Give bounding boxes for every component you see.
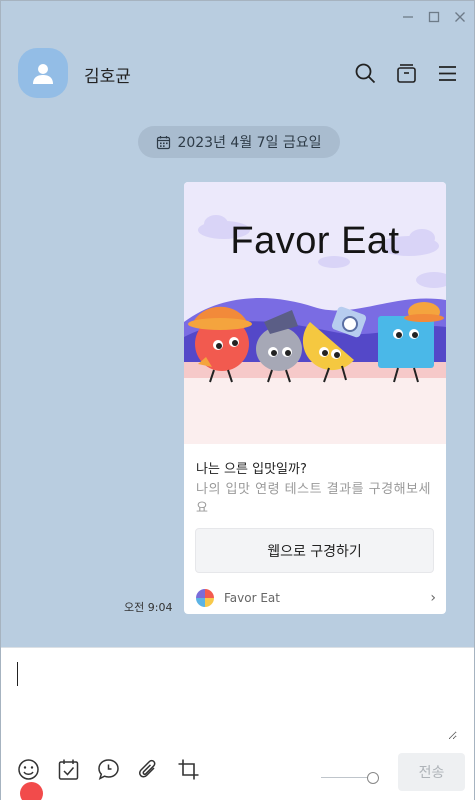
message-time: 오전 9:04	[124, 601, 173, 614]
date-divider: 2023년 4월 7일 금요일	[138, 126, 340, 158]
header-actions	[355, 63, 458, 84]
chat-header: 김호균	[1, 45, 474, 101]
slider-track	[321, 777, 373, 778]
card-banner-title: Favor Eat	[230, 220, 400, 262]
chat-title: 김호균	[84, 67, 131, 87]
speech-bubble-icon[interactable]	[97, 758, 120, 781]
message-input[interactable]	[17, 660, 457, 740]
view-on-web-button[interactable]: 웹으로 구경하기	[195, 528, 434, 573]
paperclip-icon[interactable]	[137, 758, 160, 781]
maximize-icon[interactable]	[428, 9, 440, 25]
font-size-slider[interactable]	[321, 770, 379, 786]
card-banner-image[interactable]: Favor Eat	[184, 182, 446, 444]
search-icon[interactable]	[355, 63, 376, 84]
notification-dot	[20, 782, 43, 800]
window-controls	[402, 9, 466, 25]
emoticon-icon[interactable]	[17, 758, 43, 800]
chat-window: 김호균 2023년 4월 7일 금요일 오전 9:04 Favor Eat 나는…	[0, 0, 475, 800]
avatar[interactable]	[18, 48, 68, 98]
card-footer[interactable]: Favor Eat ›	[184, 582, 446, 614]
calendar-check-icon[interactable]	[57, 758, 80, 781]
link-preview-card[interactable]: Favor Eat 나는 으른 입맛일까? 나의 입맛 연령 테스트 결과를 구…	[184, 182, 446, 614]
send-button[interactable]: 전송	[398, 753, 465, 791]
crop-icon[interactable]	[177, 758, 200, 781]
drawer-icon[interactable]	[396, 63, 417, 84]
card-description: 나의 입맛 연령 테스트 결과를 구경해보세요	[196, 482, 431, 516]
person-icon	[33, 64, 53, 84]
calendar-icon	[157, 135, 171, 149]
close-icon[interactable]	[454, 9, 466, 25]
minimize-icon[interactable]	[402, 9, 414, 25]
menu-icon[interactable]	[437, 63, 458, 84]
app-logo-icon	[196, 589, 214, 607]
slider-knob[interactable]	[367, 772, 379, 784]
compose-area: 전송	[1, 647, 474, 800]
card-title: 나는 으른 입맛일까?	[196, 462, 307, 477]
date-text: 2023년 4월 7일 금요일	[177, 135, 322, 151]
chevron-right-icon[interactable]: ›	[430, 590, 436, 606]
app-name: Favor Eat	[224, 591, 280, 605]
compose-toolbar	[17, 758, 200, 800]
